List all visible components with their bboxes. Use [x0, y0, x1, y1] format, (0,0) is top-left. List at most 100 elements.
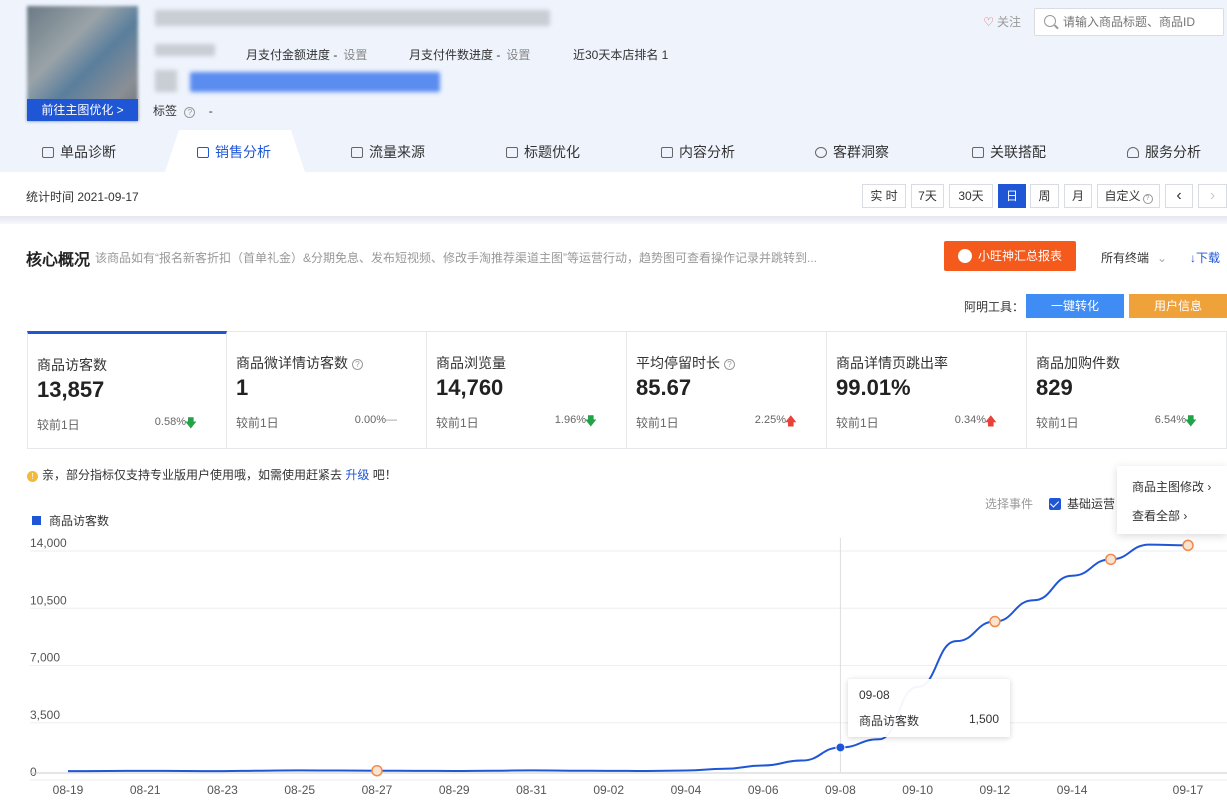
- help-icon[interactable]: ?: [352, 359, 363, 370]
- help-icon[interactable]: ?: [724, 359, 735, 370]
- metric-change-pct: 1.96%: [554, 414, 586, 426]
- report-summary-button[interactable]: 小旺神汇总报表: [944, 241, 1076, 271]
- bag-icon: [42, 147, 54, 158]
- x-tick-label: 08-19: [53, 783, 84, 797]
- promo-info-blurred: [190, 72, 440, 92]
- tags-help-icon[interactable]: ?: [184, 107, 196, 118]
- prev-date-button[interactable]: ‹: [1165, 184, 1193, 208]
- price-blurred: [155, 70, 177, 92]
- tab-related-match[interactable]: 关联搭配: [972, 132, 1046, 172]
- x-tick-label: 09-12: [980, 783, 1011, 797]
- metric-change-pct: 2.25%: [754, 414, 786, 426]
- follow-label: 关注: [996, 15, 1021, 29]
- metric-change-pct: 0.58%: [154, 416, 186, 428]
- product-title-blurred: [155, 10, 550, 26]
- tab-sales-analysis[interactable]: 销售分析: [197, 132, 271, 172]
- popup-main-image-change[interactable]: 商品主图修改 ›: [1132, 478, 1211, 495]
- metric-card[interactable]: 商品浏览量 14,760 较前1日 1.96% 🡇: [427, 331, 627, 449]
- y-tick-label: 10,500: [30, 593, 67, 607]
- stat-time: 统计时间 2021-09-17: [26, 190, 139, 204]
- monthly-amount-label: 月支付金额进度 -: [246, 48, 338, 62]
- metric-label: 商品详情页跳出率: [836, 355, 948, 371]
- x-tick-label: 08-31: [516, 783, 547, 797]
- core-overview-description: 该商品如有“报名新客折扣（首单礼金）&分期免息、发布短视频、修改手淘推荐渠道主图…: [95, 251, 818, 265]
- metric-value: 13,857: [37, 377, 105, 402]
- report-summary-label: 小旺神汇总报表: [977, 249, 1062, 263]
- tooltip-date: 09-08: [859, 688, 890, 702]
- follow-button[interactable]: ♡ 关注: [983, 13, 1021, 30]
- popup-view-all[interactable]: 查看全部 ›: [1132, 507, 1187, 524]
- metric-label: 商品访客数: [37, 357, 107, 373]
- monthly-count-progress: 月支付件数进度 - 设置: [409, 46, 530, 63]
- one-click-convert-button[interactable]: 一键转化: [1026, 294, 1124, 318]
- metric-card[interactable]: 商品访客数 13,857 较前1日 0.58% 🡇: [27, 331, 227, 449]
- metric-card[interactable]: 平均停留时长? 85.67 较前1日 2.25% 🡅: [627, 331, 827, 449]
- trend-icon: [506, 147, 518, 158]
- arrow-up-icon: 🡅: [784, 414, 797, 428]
- tab-label: 关联搭配: [990, 144, 1046, 160]
- terminal-select[interactable]: 所有终端 ⌄: [1101, 249, 1167, 266]
- users-icon: [815, 147, 827, 158]
- next-date-button[interactable]: ›: [1198, 184, 1227, 208]
- y-tick-label: 3,500: [30, 708, 60, 722]
- product-header: 前往主图优化 > 月支付金额进度 - 设置 月支付件数进度 - 设置 近30天本店排…: [0, 0, 1227, 172]
- x-tick-label: 08-25: [284, 783, 315, 797]
- tab-single-diagnosis[interactable]: 单品诊断: [42, 132, 116, 172]
- chart-legend[interactable]: 商品访客数: [32, 512, 109, 529]
- basic-ops-label: 基础运营: [1067, 497, 1116, 511]
- tab-label: 标题优化: [524, 144, 580, 160]
- tab-title-optimize[interactable]: 标题优化: [506, 132, 580, 172]
- event-marker: [371, 764, 383, 777]
- search-input[interactable]: [1063, 9, 1213, 35]
- x-tick-label: 09-04: [671, 783, 702, 797]
- time-day-button[interactable]: 日: [998, 184, 1026, 208]
- monthly-count-set-link[interactable]: 设置: [506, 48, 530, 62]
- y-tick-label: 14,000: [30, 536, 67, 550]
- warning-icon: !: [27, 471, 38, 482]
- tab-content-analysis[interactable]: 内容分析: [661, 132, 735, 172]
- time-7d-button[interactable]: 7天: [911, 184, 944, 208]
- tab-traffic-source[interactable]: 流量来源: [351, 132, 425, 172]
- tab-service-analysis[interactable]: 服务分析: [1127, 132, 1201, 172]
- link-icon: [972, 147, 984, 158]
- visitor-trend-chart[interactable]: 14,000 10,500 7,000 3,500 0 08-19 08-21 08-23 08…: [0, 530, 1227, 812]
- notice-text-end: 吧！: [372, 468, 397, 482]
- event-marker: [1182, 539, 1194, 552]
- search-box[interactable]: [1034, 8, 1224, 36]
- upgrade-notice: ! 亲，部分指标仅支持专业版用户使用哦，如需使用赶紧去 升级 吧！: [27, 466, 397, 483]
- series-line-visitors: [67, 543, 1189, 773]
- arrow-down-icon: 🡇: [184, 416, 197, 430]
- legend-swatch: [32, 516, 41, 525]
- tab-customer-insight[interactable]: 客群洞察: [815, 132, 889, 172]
- download-link[interactable]: ↓下载: [1190, 249, 1220, 266]
- tags-value: -: [208, 104, 213, 118]
- time-week-button[interactable]: 周: [1030, 184, 1059, 208]
- time-30d-button[interactable]: 30天: [949, 184, 993, 208]
- document-icon: [661, 147, 673, 158]
- metric-label: 商品微详情访客数?: [236, 353, 363, 373]
- basic-ops-checkbox[interactable]: 基础运营: [1049, 495, 1115, 512]
- monthly-amount-set-link[interactable]: 设置: [343, 48, 367, 62]
- main-image-optimize-button[interactable]: 前往主图优化 >: [27, 99, 138, 121]
- user-info-button[interactable]: 用户信息: [1129, 294, 1227, 318]
- download-label: 下载: [1196, 251, 1221, 265]
- metric-card[interactable]: 商品加购件数 829 较前1日 6.54% 🡇: [1027, 331, 1227, 449]
- x-tick-label: 08-27: [362, 783, 393, 797]
- metric-label: 平均停留时长?: [636, 353, 735, 373]
- section-divider: [0, 216, 1227, 224]
- metric-change-pct: 6.54%: [1154, 414, 1186, 426]
- time-custom-button[interactable]: 自定义?: [1097, 184, 1160, 208]
- metric-label: 商品加购件数: [1036, 355, 1120, 371]
- time-realtime-button[interactable]: 实 时: [862, 184, 906, 208]
- metric-compare-label: 较前1日: [836, 416, 879, 430]
- metric-card[interactable]: 商品详情页跳出率 99.01% 较前1日 0.34% 🡅: [827, 331, 1027, 449]
- wangwang-icon: [957, 249, 972, 263]
- monthly-count-label: 月支付件数进度 -: [409, 48, 501, 62]
- x-tick-label: 09-06: [748, 783, 779, 797]
- metric-value: 1: [236, 375, 249, 400]
- upgrade-link[interactable]: 升级: [345, 468, 369, 482]
- metric-card[interactable]: 商品微详情访客数? 1 较前1日 0.00% —: [227, 331, 427, 449]
- time-month-button[interactable]: 月: [1064, 184, 1092, 208]
- product-id-blurred: [155, 44, 215, 56]
- tab-label: 客群洞察: [833, 144, 889, 160]
